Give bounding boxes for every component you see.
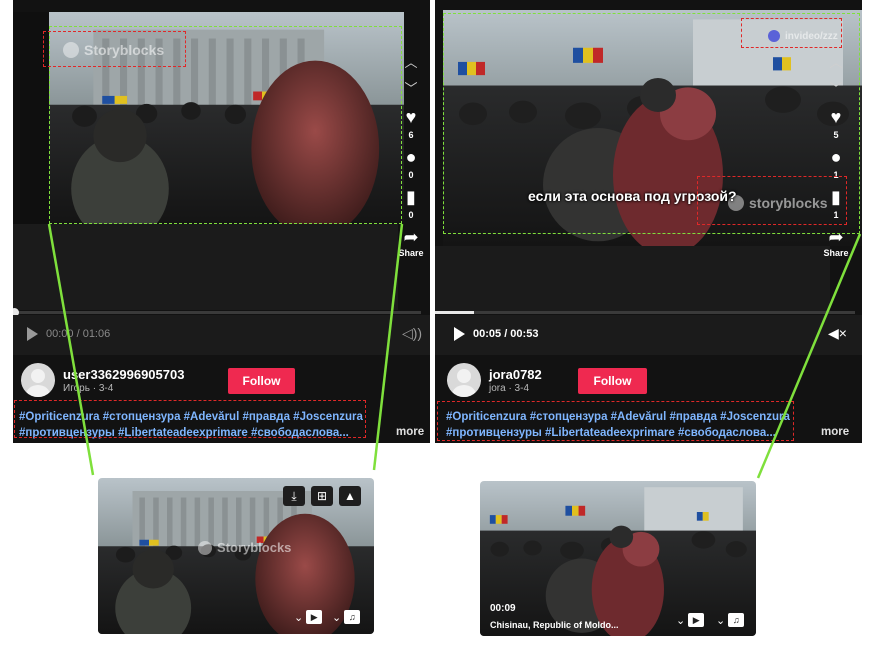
chevron-down-icon[interactable]: ﹀	[404, 82, 417, 96]
time-display: 00:00 / 01:06	[46, 328, 111, 340]
chevron-up-icon[interactable]: ︿	[404, 56, 417, 70]
follow-button[interactable]: Follow	[578, 368, 647, 394]
share-icon[interactable]: ➦	[403, 228, 418, 246]
annotation-watermark-left	[43, 31, 186, 67]
annotation-watermark-top-right	[741, 18, 842, 48]
progress-bar[interactable]	[13, 308, 421, 317]
username[interactable]: jora0782	[489, 367, 542, 382]
add-to-folder-icon[interactable]: ⊞	[311, 486, 333, 506]
more-link[interactable]: more	[821, 426, 849, 438]
play-icon[interactable]	[454, 327, 465, 341]
avatar[interactable]	[447, 363, 481, 397]
share-label: Share	[823, 248, 849, 258]
thumbnail-right[interactable]: 00:09 Chisinau, Republic of Moldo... ⌄ ▶ …	[480, 481, 756, 636]
thumbnail-left[interactable]: Storyblocks ⤓ ⊞ ▲ ⌄ ▶ ⌄ ♫	[98, 478, 374, 634]
comment-count: 0	[408, 170, 414, 180]
watermark-storyblocks: Storyblocks	[198, 540, 291, 555]
share-label: Share	[398, 248, 424, 258]
progress-bar[interactable]	[435, 311, 855, 314]
user-subline: jora · 3-4	[489, 383, 530, 394]
mute-icon[interactable]: ◀×	[828, 325, 847, 342]
clip-toggle[interactable]: ⌄ ♫	[332, 610, 361, 624]
annotation-hashtags-right	[437, 401, 794, 441]
annotation-watermark-right	[697, 176, 847, 225]
preview-toggle[interactable]: ⌄ ▶	[676, 613, 705, 627]
download-icon[interactable]: ⤓	[283, 486, 305, 506]
thumbnail-duration: 00:09	[490, 603, 516, 614]
username[interactable]: user3362996905703	[63, 367, 184, 382]
heart-icon[interactable]: ♥	[406, 108, 417, 126]
follow-button[interactable]: Follow	[228, 368, 295, 394]
like-count: 6	[408, 130, 414, 140]
thumbnail-caption: Chisinau, Republic of Moldo...	[490, 620, 619, 630]
bookmark-icon[interactable]: ▮	[406, 188, 416, 206]
more-link[interactable]: more	[396, 426, 424, 438]
save-count: 0	[408, 210, 414, 220]
edit-in-editor-icon[interactable]: ▲	[339, 486, 361, 506]
preview-toggle[interactable]: ⌄ ▶	[294, 610, 323, 624]
annotation-hashtags-left	[14, 400, 366, 438]
play-icon[interactable]	[27, 327, 38, 341]
avatar[interactable]	[21, 363, 55, 397]
user-subline: Игорь · 3-4	[63, 383, 114, 394]
clip-toggle[interactable]: ⌄ ♫	[716, 613, 745, 627]
time-display: 00:05 / 00:53	[473, 328, 539, 340]
comment-icon[interactable]: ●	[406, 148, 417, 166]
volume-icon[interactable]: ◁))	[402, 325, 422, 342]
